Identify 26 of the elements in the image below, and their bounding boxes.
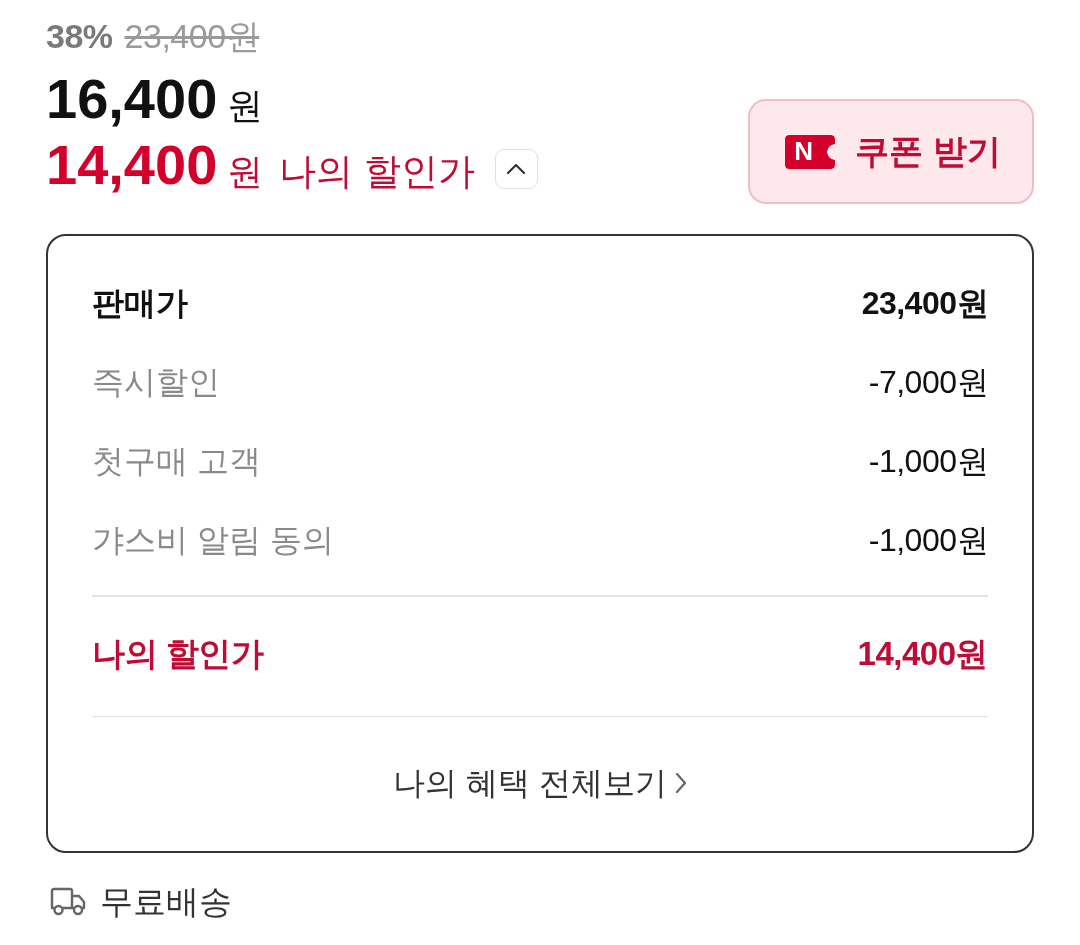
breakdown-label: 즉시할인 (92, 362, 220, 402)
coupon-button-label: 쿠폰 받기 (855, 130, 1001, 172)
truck-icon (50, 887, 86, 918)
breakdown-amount: 23,400원 (861, 283, 988, 323)
breakdown-amount: -7,000원 (868, 362, 988, 402)
free-shipping-label: 무료배송 (100, 881, 232, 922)
toggle-button[interactable] (494, 149, 538, 189)
coupon-button[interactable]: N 쿠폰 받기 (748, 99, 1034, 204)
currency-unit: 원 (227, 150, 264, 194)
original-price: 23,400원 (124, 16, 260, 57)
chevron-right-icon (674, 772, 687, 795)
my-discount-price: 14,400 (46, 132, 218, 197)
coupon-logo: N (785, 134, 836, 169)
sale-price: 16,400 (46, 66, 218, 131)
my-discount-label: 나의 할인가 (279, 150, 475, 194)
currency-unit: 원 (227, 84, 264, 128)
breakdown-amount: -1,000원 (868, 520, 988, 560)
breakdown-label: 첫구매 고객 (92, 441, 261, 481)
breakdown-label: 갸스비 알림 동의 (92, 520, 334, 560)
chevron-up-icon (506, 163, 527, 175)
my-discount-label: 나의 할인가 (92, 634, 264, 674)
breakdown-amount: -1,000원 (868, 441, 988, 481)
discount-rate: 38% (46, 17, 113, 56)
view-all-benefits-link[interactable]: 나의 혜택 전체보기 (393, 764, 687, 803)
my-discount-total: 14,400원 (857, 634, 988, 674)
breakdown-label: 판매가 (92, 283, 188, 323)
